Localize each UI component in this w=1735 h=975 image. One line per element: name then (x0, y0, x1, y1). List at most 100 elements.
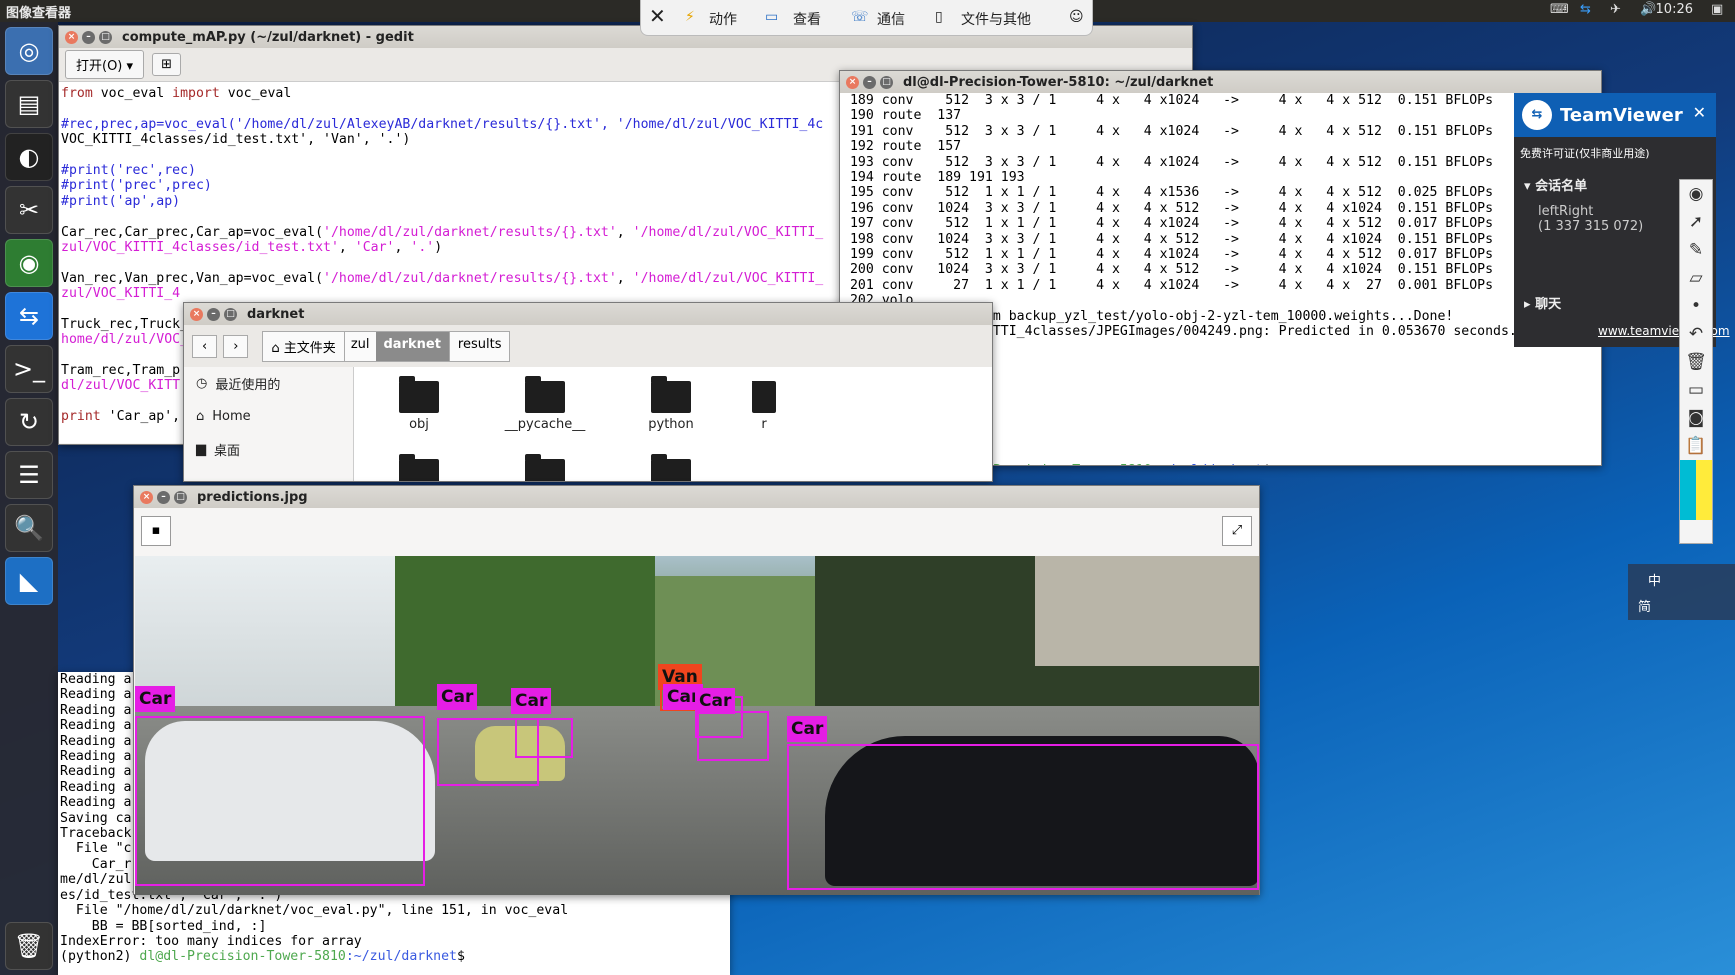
files-icon[interactable]: ▤ (5, 80, 53, 128)
close-icon[interactable]: × (190, 307, 203, 321)
crumb-darknet[interactable]: darknet (375, 331, 449, 361)
terminal-line: 191 conv 512 3 x 3 / 1 4 x 4 x1024 -> 4 … (842, 123, 1494, 139)
clock-icon: ◷ (196, 376, 208, 391)
keyboard-icon[interactable]: ⌨ (1550, 2, 1569, 17)
crumb-zul[interactable]: zul (343, 331, 376, 361)
view-menu[interactable]: 查看 (793, 9, 821, 29)
camera-icon[interactable]: ◙ (1680, 404, 1712, 432)
cursor: ▯ (1279, 463, 1287, 465)
pen-icon[interactable]: ✎ (1680, 236, 1712, 264)
folder-item[interactable] (626, 454, 716, 481)
maximize-icon[interactable]: □ (224, 307, 237, 321)
teamviewer-launcher-icon[interactable]: ⇆ (5, 292, 53, 340)
code-token: , (616, 270, 633, 286)
dot-icon[interactable]: • (1680, 292, 1712, 320)
back-button[interactable]: ‹ (192, 334, 218, 358)
trash-icon[interactable]: 🗑 (5, 922, 53, 970)
tv-chat[interactable]: ▸ 聊天 (1524, 293, 1561, 312)
close-session-icon[interactable]: ✕ (649, 4, 666, 28)
terminal-prompt[interactable]: (python2) dl@dl-Precision-Tower-5810:~/z… (60, 949, 728, 964)
eclipse-icon[interactable]: ◐ (5, 133, 53, 181)
eye-icon[interactable]: ◉ (1680, 180, 1712, 208)
sidebar-item-desktop[interactable]: ▆ 桌面 (184, 433, 353, 466)
vscode-icon[interactable]: ◣ (5, 557, 53, 605)
text-editor-icon[interactable]: ☰ (5, 451, 53, 499)
tv-session-header-label: 会话名单 (1535, 179, 1588, 194)
folder-pycache[interactable]: __pycache__ (500, 376, 590, 432)
screen-icon[interactable]: ▭ (1680, 376, 1712, 404)
terminal-line: 192 route 157 (842, 139, 962, 155)
settings-tools-icon[interactable]: ✂ (5, 186, 53, 234)
fullscreen-button[interactable]: ⤢ (1222, 516, 1252, 546)
open-button[interactable]: 打开(O) ▾ (65, 50, 145, 79)
close-icon[interactable]: × (140, 490, 153, 504)
close-icon[interactable]: × (846, 75, 859, 89)
folder-icon (651, 376, 691, 413)
dash-icon[interactable]: ◎ (5, 27, 53, 75)
chrome-icon[interactable]: ◉ (5, 239, 53, 287)
code-token: '/home/dl/zul/darknet/results/{}.txt' (323, 224, 617, 240)
folder-item[interactable] (374, 454, 464, 481)
terminal-titlebar[interactable]: × – □ dl@dl-Precision-Tower-5810: ~/zul/da… (840, 71, 1601, 93)
close-icon[interactable]: × (65, 30, 78, 44)
files-extras-menu[interactable]: 文件与其他 (961, 9, 1031, 29)
ime-mode: 简 (1638, 600, 1652, 615)
code-token: Car_rec,Car_prec,Car_ap=voc_eval( (61, 224, 324, 240)
folder-label: __pycache__ (504, 417, 586, 432)
eraser-icon[interactable]: ▱ (1680, 264, 1712, 292)
minimize-icon[interactable]: – (82, 30, 95, 44)
volume-icon[interactable]: 🔊 (1640, 2, 1656, 17)
clipboard-icon[interactable]: 📋 (1680, 432, 1712, 460)
network-icon[interactable]: ✈ (1610, 2, 1621, 17)
minimize-icon[interactable]: – (863, 75, 876, 89)
tv-close-icon[interactable]: ✕ (1693, 103, 1706, 122)
files-titlebar[interactable]: × – □ darknet (184, 303, 992, 325)
detection-box (135, 716, 425, 886)
gedit-title: compute_mAP.py (~/zul/darknet) - gedit (122, 29, 414, 45)
pointer-icon[interactable]: ➚ (1680, 208, 1712, 236)
actions-menu[interactable]: 动作 (709, 9, 737, 29)
maximize-icon[interactable]: □ (99, 30, 112, 44)
crumb-home[interactable]: ⌂ 主文件夹 (263, 331, 344, 361)
terminal-line: File "/home/dl/zul/darknet/voc_eval.py",… (60, 903, 569, 919)
code-token: 'Car' (354, 239, 395, 255)
gallery-button[interactable]: ▪ (141, 516, 171, 546)
teamviewer-tray-icon[interactable]: ⇆ (1580, 2, 1591, 17)
viewer-titlebar[interactable]: × – □ predictions.jpg (134, 486, 1259, 508)
code-token: Van_rec,Van_prec,Van_ap=voc_eval( (61, 270, 324, 286)
folder-python[interactable]: python (626, 376, 716, 432)
sidebar-item-home[interactable]: ⌂ Home (184, 400, 353, 433)
prompt-part: $ (1263, 463, 1279, 465)
ime-widget[interactable]: 中 简 (1628, 564, 1735, 620)
folder-icon (525, 454, 565, 481)
terminal-icon[interactable]: >_ (5, 345, 53, 393)
folder-icon (752, 381, 776, 413)
user-icon[interactable]: ▣ (1711, 2, 1723, 17)
folder-obj[interactable]: obj (374, 376, 464, 432)
folder-item[interactable] (500, 454, 590, 481)
minimize-icon[interactable]: – (207, 307, 220, 321)
image-viewer-icon[interactable]: 🔍 (5, 504, 53, 552)
maximize-icon[interactable]: □ (174, 490, 187, 504)
update-icon[interactable]: ↻ (5, 398, 53, 446)
folder-r[interactable]: r (752, 381, 776, 432)
code-token: ) (434, 239, 443, 255)
forward-button[interactable]: › (223, 334, 249, 358)
undo-icon[interactable]: ↶ (1680, 320, 1712, 348)
color-palette[interactable] (1680, 460, 1712, 520)
terminal-line: 199 conv 512 1 x 1 / 1 4 x 4 x1024 -> 4 … (842, 247, 1494, 263)
folder-label: r (761, 417, 767, 432)
crumb-results[interactable]: results (448, 331, 510, 361)
communicate-menu[interactable]: 通信 (877, 9, 905, 29)
minimize-icon[interactable]: – (157, 490, 170, 504)
detection-box (515, 718, 573, 758)
emoji-icon[interactable]: ☺ (1069, 9, 1084, 25)
maximize-icon[interactable]: □ (880, 75, 893, 89)
delete-icon[interactable]: 🗑 (1680, 348, 1712, 376)
tv-chat-label: 聊天 (1535, 297, 1562, 312)
new-tab-button[interactable]: ⊞ (152, 53, 181, 76)
sidebar-item-recent[interactable]: ◷ 最近使用的 (184, 367, 353, 400)
open-button-label: 打开(O) (76, 59, 123, 74)
clock[interactable]: 10:26 (1656, 2, 1693, 17)
files-body: ◷ 最近使用的 ⌂ Home ▆ 桌面 obj __pycache__ python … (184, 367, 992, 481)
